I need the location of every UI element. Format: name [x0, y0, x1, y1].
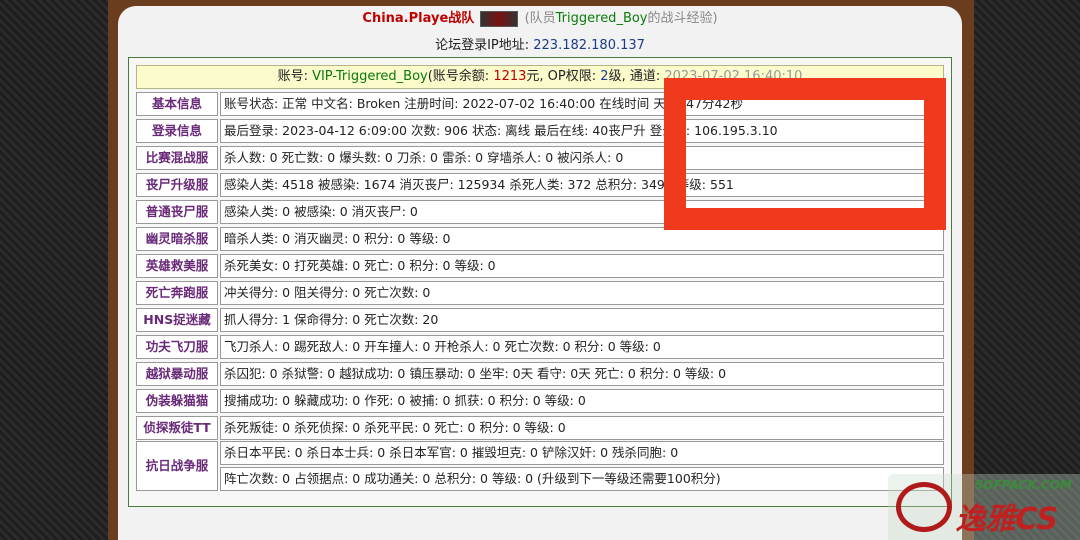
- row-label: 普通丧尸服: [136, 200, 218, 224]
- op-label: 元, OP权限:: [526, 69, 601, 84]
- team-name: China.Playe战队: [362, 11, 475, 26]
- war-row: 抗日战争服 杀日本平民: 0 杀日本士兵: 0 杀日本军官: 0 摧毁坦克: 0…: [136, 441, 944, 491]
- subtitle-post: 的战斗经验): [647, 11, 718, 26]
- table-row: 越狱暴动服 杀囚犯: 0 杀狱警: 0 越狱成功: 0 镇压暴动: 0 坐牢: 0…: [136, 362, 944, 386]
- row-value: 杀囚犯: 0 杀狱警: 0 越狱成功: 0 镇压暴动: 0 坐牢: 0天 看守:…: [220, 362, 944, 386]
- watermark-brand: 逸雅CS: [955, 502, 1058, 537]
- row-label: 侦探叛徒TT: [136, 416, 218, 440]
- account-name: VIP-Triggered_Boy: [312, 69, 428, 84]
- row-value: 抓人得分: 1 保命得分: 0 死亡次数: 20: [220, 308, 944, 332]
- row-label: 英雄救美服: [136, 254, 218, 278]
- row-label: 比赛混战服: [136, 146, 218, 170]
- logo-ring-icon: [896, 482, 952, 532]
- table-row: 死亡奔跑服 冲关得分: 0 阻关得分: 0 死亡次数: 0: [136, 281, 944, 305]
- row-label: 幽灵暗杀服: [136, 227, 218, 251]
- row-label: 功夫飞刀服: [136, 335, 218, 359]
- watermark-logo: SOFPACK.COM 逸雅CS: [888, 474, 1080, 540]
- page-title: China.Playe战队 (队员Triggered_Boy的战斗经验): [118, 8, 962, 30]
- row-value: 杀死美女: 0 打死英雄: 0 死亡: 0 积分: 0 等级: 0: [220, 254, 944, 278]
- forum-ip-label: 论坛登录IP地址:: [435, 38, 530, 53]
- forum-ip-value: 223.182.180.137: [533, 38, 645, 53]
- row-label: 抗日战争服: [136, 441, 218, 491]
- row-value: 搜捕成功: 0 躲藏成功: 0 作死: 0 被捕: 0 抓获: 0 积分: 0 …: [220, 389, 944, 413]
- table-row: 功夫飞刀服 飞刀杀人: 0 踢死敌人: 0 开车撞人: 0 开枪杀人: 0 死亡次…: [136, 335, 944, 359]
- channel-label: 级, 通道:: [608, 69, 665, 84]
- table-row: 幽灵暗杀服 暗杀人类: 0 消灭幽灵: 0 积分: 0 等级: 0: [136, 227, 944, 251]
- row-value: 杀日本平民: 0 杀日本士兵: 0 杀日本军官: 0 摧毁坦克: 0 铲除汉奸:…: [220, 441, 944, 465]
- row-label: 越狱暴动服: [136, 362, 218, 386]
- player-name: Triggered_Boy: [555, 11, 648, 26]
- table-row: 侦探叛徒TT 杀死叛徒: 0 杀死侦探: 0 杀死平民: 0 死亡: 0 积分: …: [136, 416, 944, 440]
- highlight-box: [664, 78, 946, 230]
- row-label: 丧尸升级服: [136, 173, 218, 197]
- forum-login-ip: 论坛登录IP地址: 223.182.180.137: [118, 36, 962, 56]
- row-value: 暗杀人类: 0 消灭幽灵: 0 积分: 0 等级: 0: [220, 227, 944, 251]
- table-row: HNS捉迷藏 抓人得分: 1 保命得分: 0 死亡次数: 20: [136, 308, 944, 332]
- row-label: 死亡奔跑服: [136, 281, 218, 305]
- row-label: 登录信息: [136, 119, 218, 143]
- account-label: 账号:: [277, 69, 313, 84]
- watermark-site: SOFPACK.COM: [974, 478, 1072, 492]
- row-label: 伪装躲猫猫: [136, 389, 218, 413]
- op-level: 2: [600, 69, 609, 84]
- row-label: HNS捉迷藏: [136, 308, 218, 332]
- account-balance: 1213: [493, 69, 527, 84]
- row-value: 冲关得分: 0 阻关得分: 0 死亡次数: 0: [220, 281, 944, 305]
- table-row: 伪装躲猫猫 搜捕成功: 0 躲藏成功: 0 作死: 0 被捕: 0 抓获: 0 积…: [136, 389, 944, 413]
- balance-label: (账号余额:: [427, 69, 494, 84]
- subtitle-pre: (队员: [524, 11, 556, 26]
- row-value: 杀死叛徒: 0 杀死侦探: 0 杀死平民: 0 死亡: 0 积分: 0 等级: …: [220, 416, 944, 440]
- table-row: 英雄救美服 杀死美女: 0 打死英雄: 0 死亡: 0 积分: 0 等级: 0: [136, 254, 944, 278]
- team-badge-icon: [480, 10, 519, 27]
- row-label: 基本信息: [136, 92, 218, 116]
- row-value: 阵亡次数: 0 占领据点: 0 成功通关: 0 总积分: 0 等级: 0 (升级…: [220, 467, 944, 491]
- row-value: 飞刀杀人: 0 踢死敌人: 0 开车撞人: 0 开枪杀人: 0 死亡次数: 0 …: [220, 335, 944, 359]
